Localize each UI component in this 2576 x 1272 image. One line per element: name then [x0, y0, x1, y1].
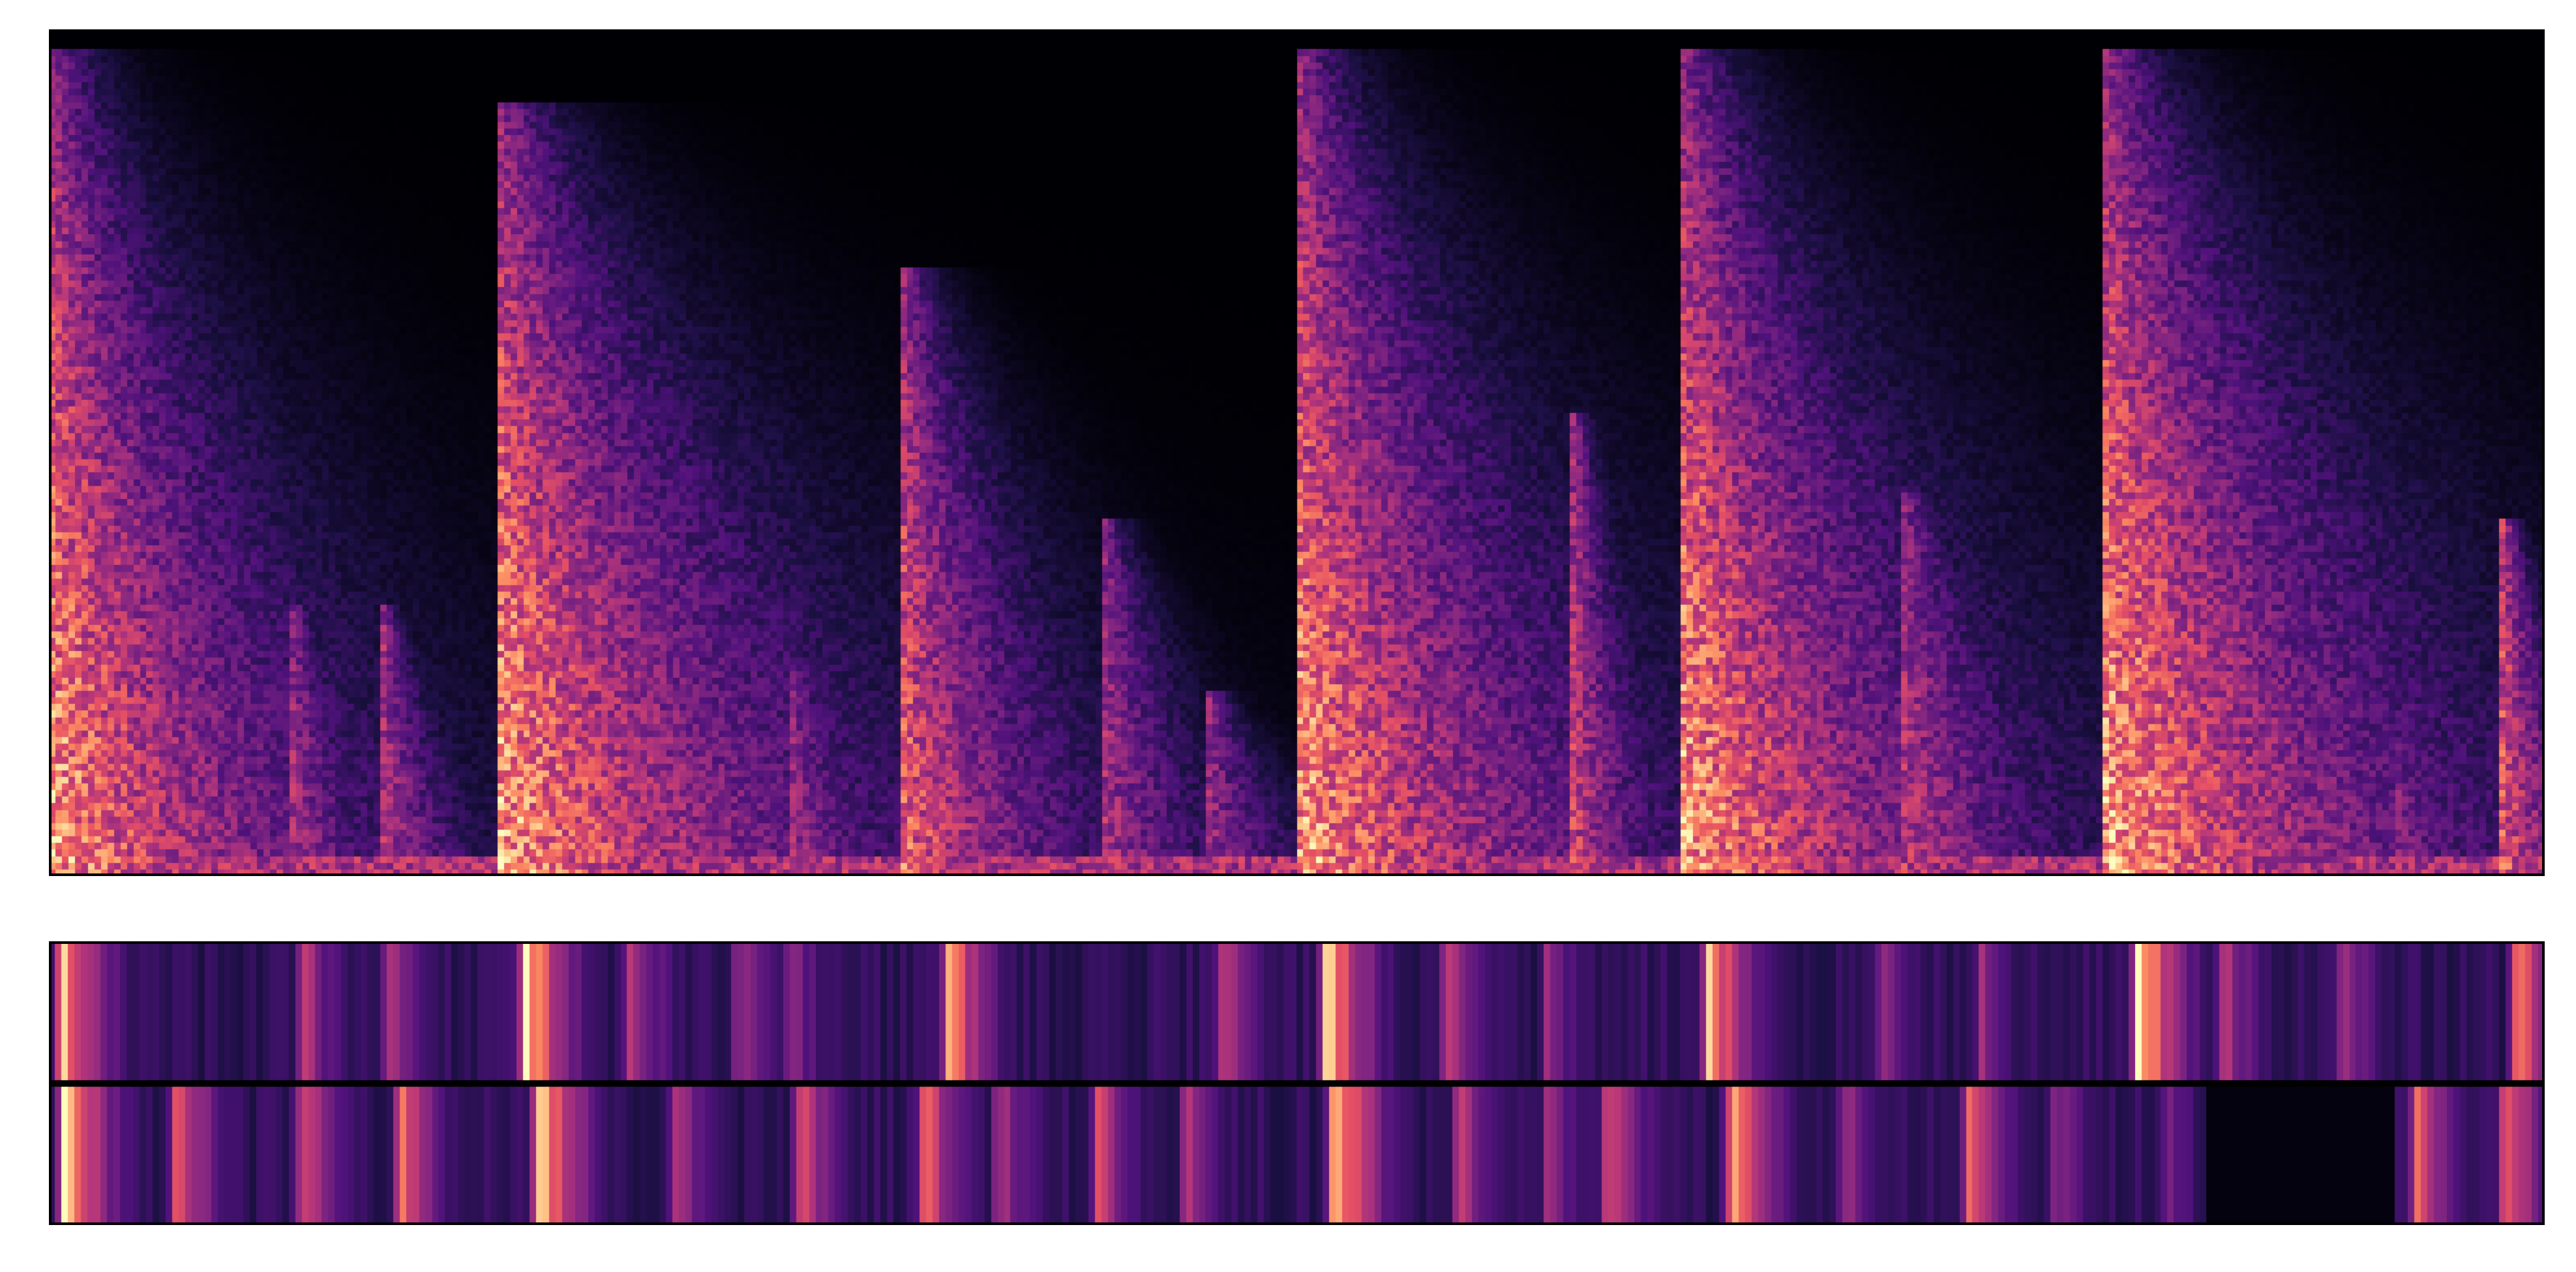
spectrogram-heatmap — [49, 29, 2545, 876]
activation-canvas — [49, 941, 2545, 1225]
activation-heatmap — [49, 941, 2545, 1225]
spectrogram-canvas — [49, 29, 2545, 876]
